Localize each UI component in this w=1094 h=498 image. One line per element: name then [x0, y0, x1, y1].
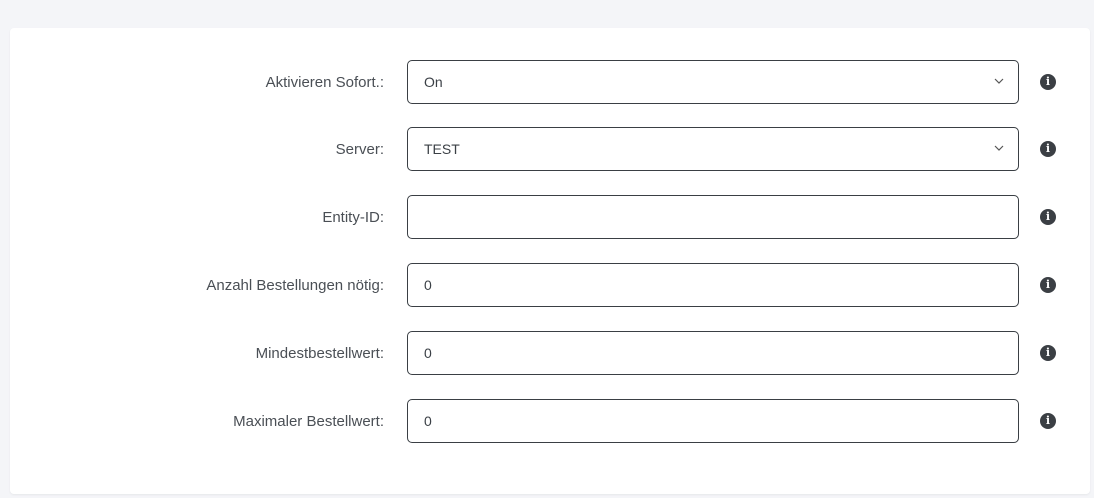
info-icon[interactable]: i	[1040, 209, 1056, 225]
chevron-down-icon	[994, 78, 1004, 84]
anzahl-bestellungen-input[interactable]: 0	[407, 263, 1019, 307]
anzahl-bestellungen-label: Anzahl Bestellungen nötig:	[206, 277, 384, 294]
aktivieren-sofort-label: Aktivieren Sofort.:	[265, 74, 384, 91]
mindestbestellwert-input[interactable]: 0	[407, 331, 1019, 375]
info-icon[interactable]: i	[1040, 345, 1056, 361]
aktivieren-sofort-value: On	[424, 74, 443, 90]
form-row-entity-id: Entity-ID: i	[10, 195, 1090, 241]
info-icon[interactable]: i	[1040, 277, 1056, 293]
info-icon[interactable]: i	[1040, 413, 1056, 429]
form-row-server: Server: TEST i	[10, 127, 1090, 173]
server-label: Server:	[335, 141, 384, 158]
form-row-mindestbestellwert: Mindestbestellwert: 0 i	[10, 331, 1090, 377]
maximaler-bestellwert-value: 0	[424, 413, 432, 429]
aktivieren-sofort-select[interactable]: On	[407, 60, 1019, 104]
maximaler-bestellwert-input[interactable]: 0	[407, 399, 1019, 443]
info-icon[interactable]: i	[1040, 141, 1056, 157]
form-row-maximaler-bestellwert: Maximaler Bestellwert: 0 i	[10, 399, 1090, 445]
settings-panel: Aktivieren Sofort.: On i Server: TEST i …	[10, 28, 1090, 494]
maximaler-bestellwert-label: Maximaler Bestellwert:	[233, 413, 384, 430]
server-value: TEST	[424, 141, 460, 157]
mindestbestellwert-label: Mindestbestellwert:	[255, 345, 384, 362]
chevron-down-icon	[994, 145, 1004, 151]
server-select[interactable]: TEST	[407, 127, 1019, 171]
entity-id-input[interactable]	[407, 195, 1019, 239]
mindestbestellwert-value: 0	[424, 345, 432, 361]
anzahl-bestellungen-value: 0	[424, 277, 432, 293]
info-icon[interactable]: i	[1040, 74, 1056, 90]
form-row-anzahl-bestellungen: Anzahl Bestellungen nötig: 0 i	[10, 263, 1090, 309]
form-row-aktivieren-sofort: Aktivieren Sofort.: On i	[10, 60, 1090, 106]
entity-id-label: Entity-ID:	[322, 209, 384, 226]
